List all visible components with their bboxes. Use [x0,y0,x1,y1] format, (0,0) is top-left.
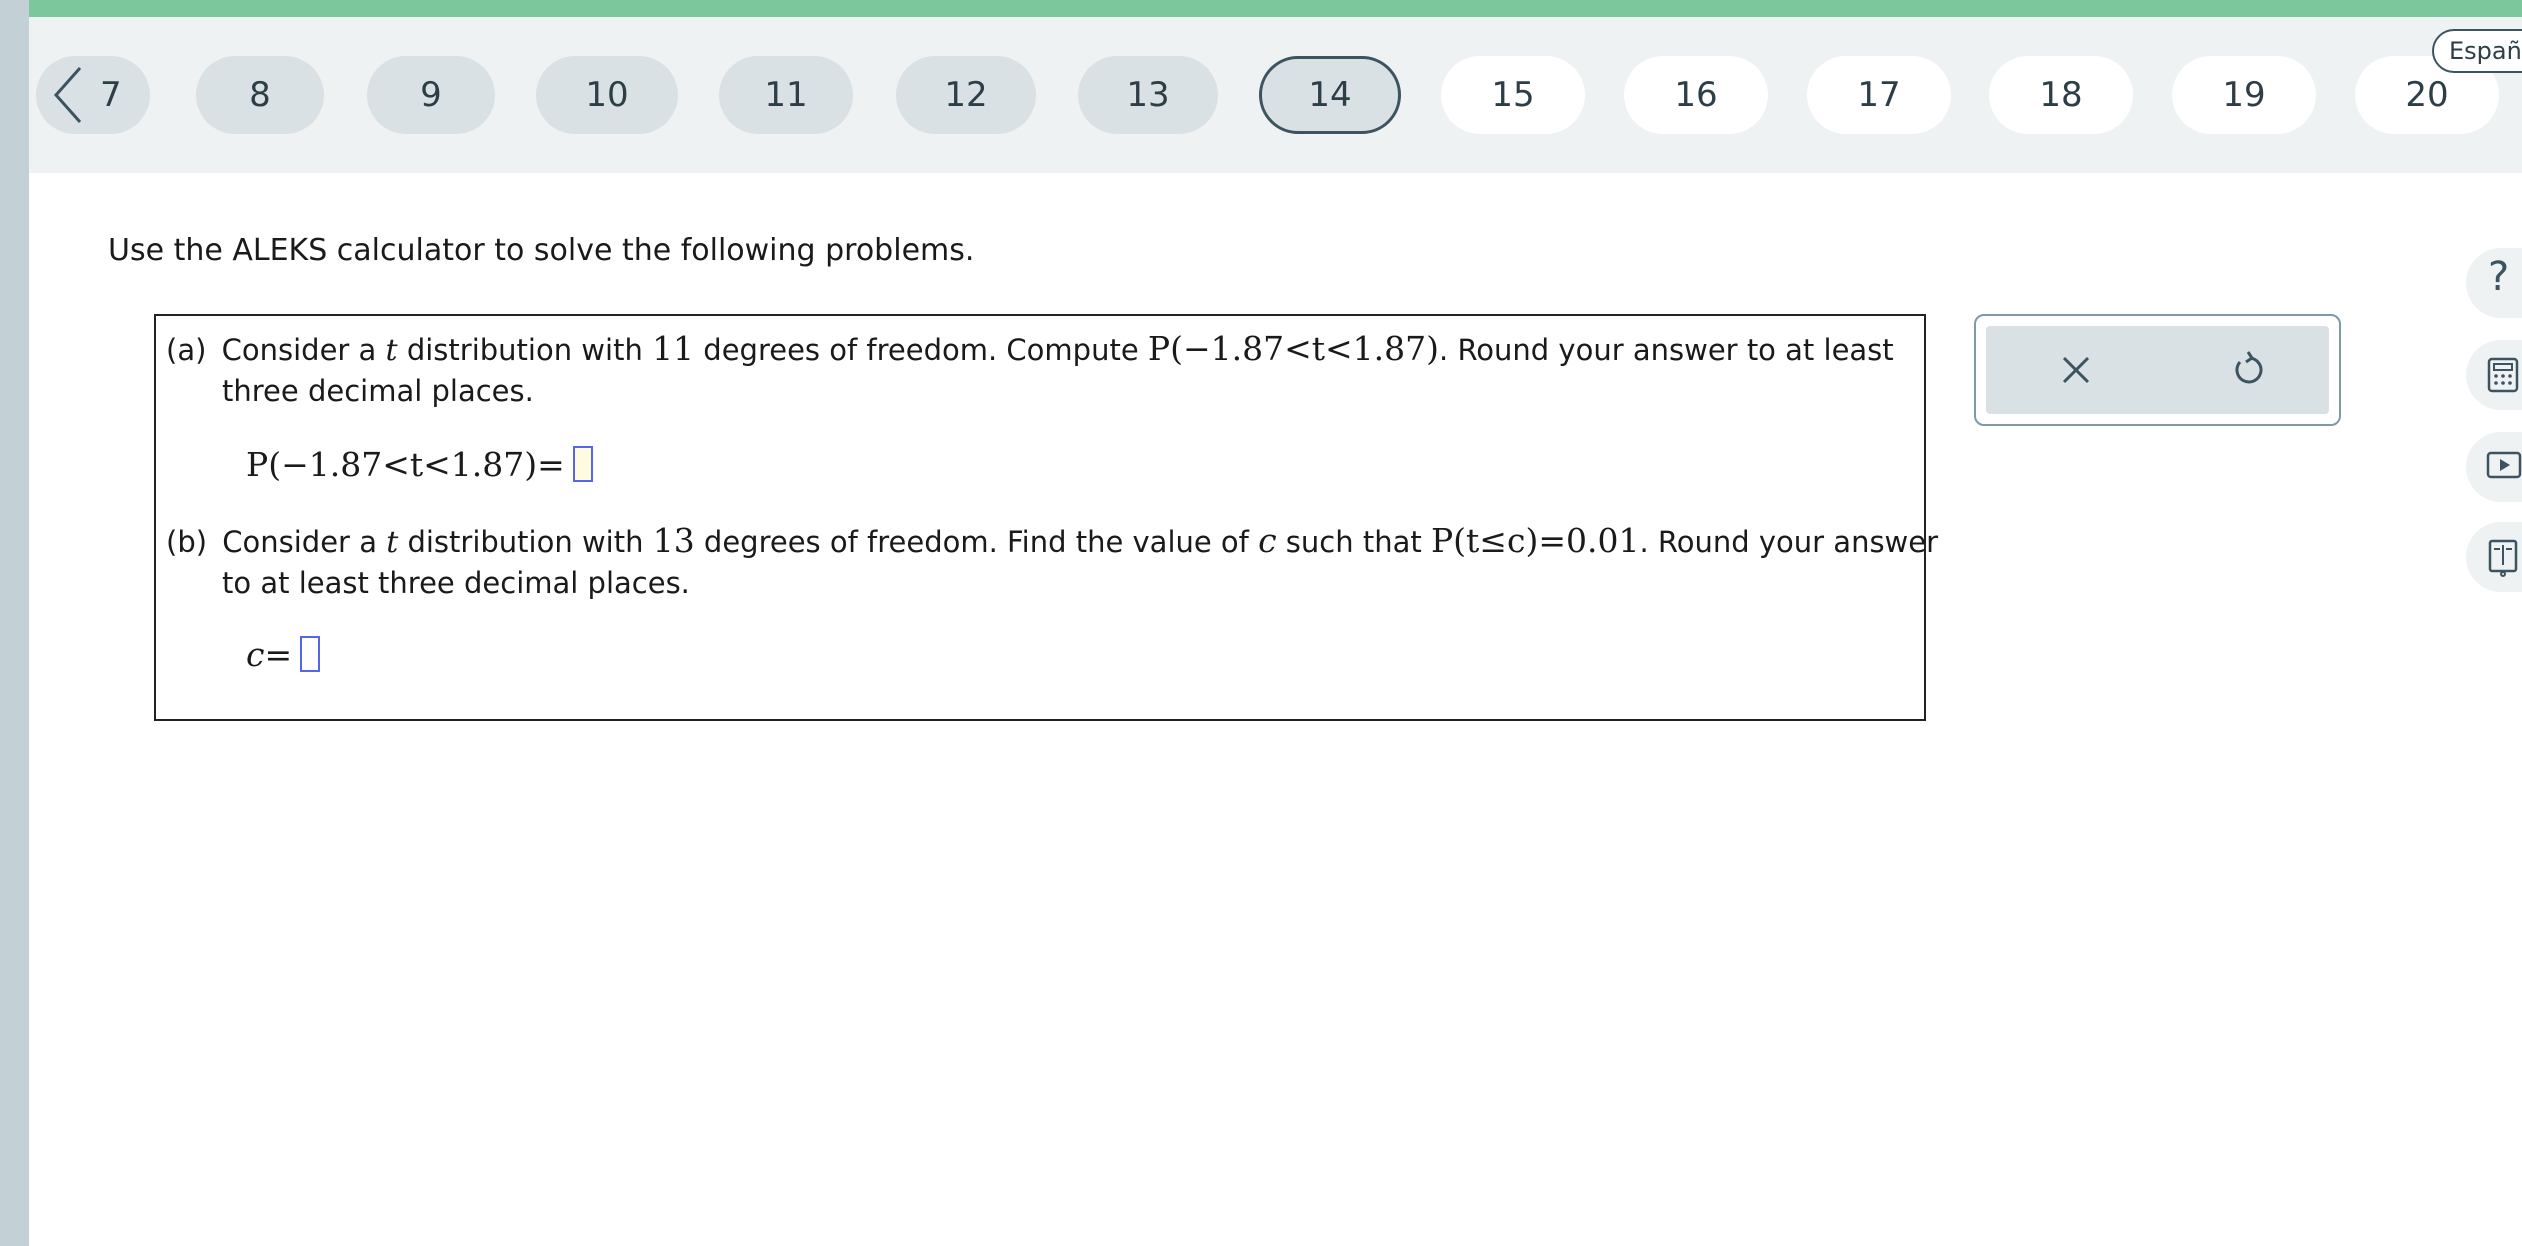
problem-a-answer-expression: P(−1.87<t<1.87) [246,445,538,484]
question-pill-10[interactable]: 10 [536,56,678,134]
question-pill-17[interactable]: 17 [1807,56,1951,134]
top-accent-bar [29,0,2522,17]
answer-tools-panel [1974,314,2341,426]
left-edge-strip [0,0,29,1246]
ebook-button[interactable] [2466,522,2522,592]
question-pill-8[interactable]: 8 [196,56,324,134]
nav-back-number: 7 [100,75,122,115]
problem-a-line1: (a) Consider a t distribution with 11 de… [166,329,1894,368]
problem-b-answer-row: c= [246,634,321,677]
nav-back-button[interactable]: 7 [36,56,150,134]
instruction-text: Use the ALEKS calculator to solve the fo… [108,233,975,268]
undo-icon [2235,351,2263,384]
calculator-icon [2487,357,2519,393]
problem-a-answer-input[interactable] [572,446,593,482]
question-pill-12[interactable]: 12 [896,56,1036,134]
problem-box: (a) Consider a t distribution with 11 de… [154,314,1938,721]
question-pill-15[interactable]: 15 [1441,56,1585,134]
problem-b-equals: = [264,635,293,674]
video-button[interactable] [2466,432,2522,502]
question-pill-11[interactable]: 11 [719,56,853,134]
language-toggle-button[interactable]: Español [2432,29,2522,73]
question-pill-9[interactable]: 9 [367,56,495,134]
question-pill-19[interactable]: 19 [2172,56,2316,134]
question-pill-16[interactable]: 16 [1624,56,1768,134]
x-icon [2062,356,2090,384]
problem-b-line2: to at least three decimal places. [222,566,690,600]
problem-b-expression: P(t≤c)=0.01 [1430,521,1640,560]
problem-a-expression: P(−1.87<t<1.87) [1147,329,1440,368]
problem-a-answer-row: P(−1.87<t<1.87)= [246,444,593,487]
clear-button[interactable] [2054,348,2098,392]
answer-tools-bar [1986,326,2329,414]
calculator-button[interactable] [2466,340,2522,410]
chevron-left-icon [53,67,82,123]
book-icon [2488,539,2518,577]
question-pill-14[interactable]: 14 [1259,56,1401,134]
reset-button[interactable] [2226,348,2270,392]
question-icon: ? [2488,254,2510,300]
play-icon [2486,451,2522,479]
problem-b-variable: c [246,635,265,674]
problem-a-line2: three decimal places. [222,374,534,408]
question-pill-13[interactable]: 13 [1078,56,1218,134]
problem-a-equals: = [537,445,565,484]
help-button[interactable]: ? [2466,248,2522,318]
problem-b-line1: (b) Consider a t distribution with 13 de… [166,521,1939,560]
problem-b-answer-input[interactable] [300,636,321,672]
question-pill-18[interactable]: 18 [1989,56,2133,134]
